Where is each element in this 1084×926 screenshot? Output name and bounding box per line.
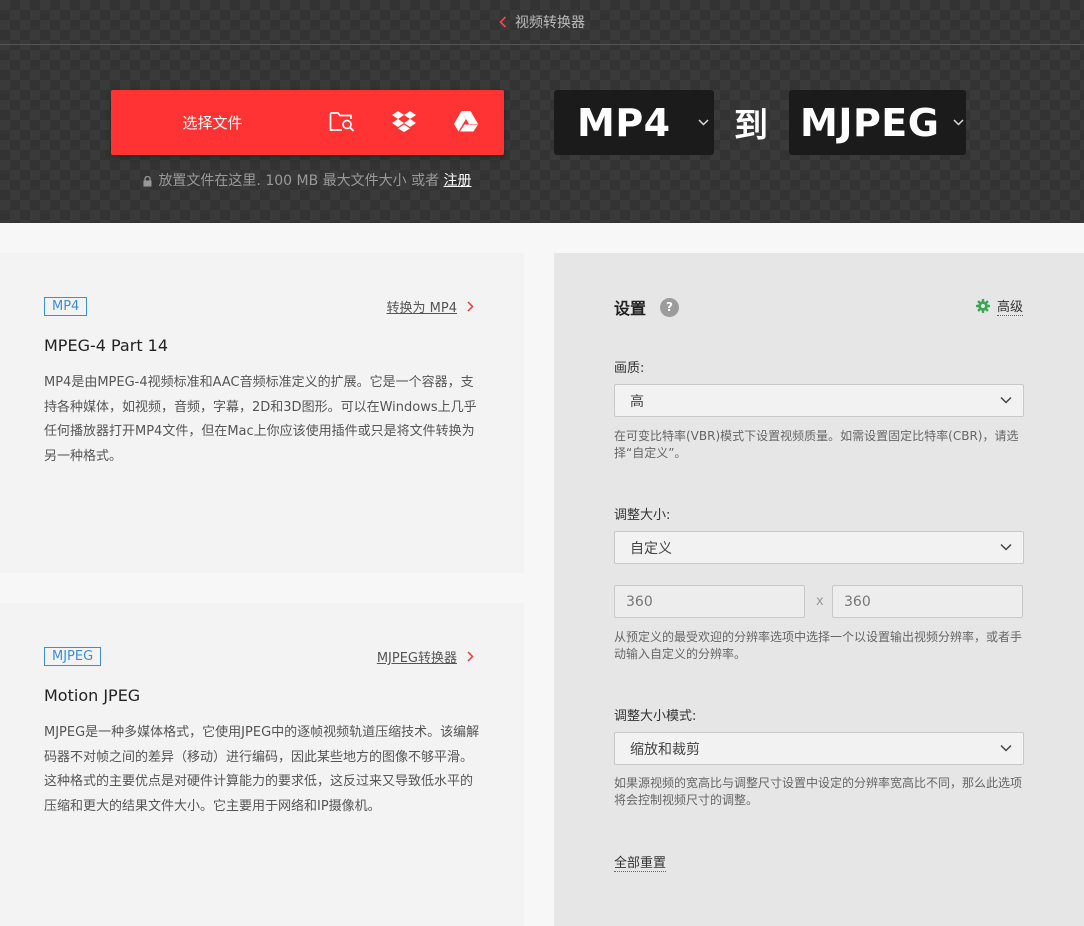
reset-all-button[interactable]: 全部重置	[614, 852, 667, 872]
resize-mode-hint: 如果源视频的宽高比与调整尺寸设置中设定的分辨率宽高比不同，那么此选项将会控制视频…	[614, 776, 1023, 807]
source-format-value: MP4	[577, 100, 671, 145]
advanced-label: 高级	[996, 296, 1023, 316]
resize-hint: 从预定义的最受欢迎的分辨率选项中选择一个以设置输出视频分辨率，或者手动输入自定义…	[614, 630, 1023, 661]
resize-mode-select[interactable]: 缩放和裁剪	[614, 732, 1024, 765]
choose-file-label: 选择文件	[182, 114, 243, 132]
format-description: MP4是由MPEG-4视频标准和AAC音频标准定义的扩展。它是一个容器，支持各种…	[44, 375, 477, 464]
mjpeg-converter-link[interactable]: MJPEG转换器	[377, 647, 474, 666]
format-title: Motion JPEG	[44, 686, 141, 705]
chevron-right-icon	[467, 301, 474, 312]
format-description: MJPEG是一种多媒体格式，它使用JPEG中的逐帧视频轨道压缩技术。该编解码器不…	[44, 725, 480, 814]
quality-select[interactable]: 高	[614, 384, 1024, 417]
resize-mode-label: 调整大小模式:	[614, 709, 697, 724]
target-format-value: MJPEG	[800, 100, 940, 145]
source-format-select[interactable]: MP4	[554, 90, 714, 155]
hero-banner: 视频转换器 选择文件 放置文件在这里. 100 MB 最大文件大小 或者 注册 …	[0, 0, 1084, 223]
google-drive-icon	[453, 110, 479, 136]
height-input[interactable]: 360	[832, 585, 1023, 618]
link-label: MJPEG转换器	[376, 651, 457, 666]
drop-hint: 放置文件在这里. 100 MB 最大文件大小 或者 注册	[111, 170, 504, 190]
signup-link[interactable]: 注册	[444, 173, 472, 189]
chevron-down-icon	[1000, 396, 1012, 404]
nav-title[interactable]: 视频转换器	[515, 12, 585, 32]
drop-text: 放置文件在这里. 100 MB 最大文件大小 或者	[158, 173, 440, 189]
quality-label: 画质:	[614, 361, 645, 376]
chevron-down-icon	[1000, 744, 1012, 752]
format-tag: MP4	[44, 297, 88, 316]
folder-search-icon	[329, 110, 355, 136]
resize-mode-value: 缩放和裁剪	[630, 741, 700, 758]
target-format-select[interactable]: MJPEG	[789, 90, 966, 155]
google-drive-button[interactable]	[435, 90, 497, 155]
link-label: 转换为 MP4	[386, 301, 457, 316]
convert-to-mp4-link[interactable]: 转换为 MP4	[387, 297, 474, 316]
format-info-mjpeg: MJPEG MJPEG转换器 Motion JPEG MJPEG是一种多媒体格式…	[0, 603, 524, 926]
gear-icon	[975, 299, 990, 313]
browse-device-button[interactable]	[311, 90, 373, 155]
dropbox-button[interactable]	[373, 90, 435, 155]
settings-header: 设置 ?	[614, 295, 680, 319]
settings-panel: 设置 ? 高级 画质: 高 在可变比特率(VBR)模式下设置视频质量。如需设置固…	[554, 253, 1084, 926]
advanced-toggle[interactable]: 高级	[975, 296, 1023, 316]
width-input[interactable]: 360	[614, 585, 805, 618]
chevron-down-icon	[953, 119, 964, 126]
top-nav: 视频转换器	[0, 0, 1084, 45]
format-tag: MJPEG	[44, 647, 102, 666]
quality-hint: 在可变比特率(VBR)模式下设置视频质量。如需设置固定比特率(CBR)，请选择“…	[614, 429, 1019, 460]
chevron-down-icon	[1000, 543, 1012, 551]
settings-title: 设置	[614, 299, 647, 318]
format-title: MPEG-4 Part 14	[44, 336, 169, 355]
chevron-right-icon	[467, 651, 474, 662]
quality-value: 高	[630, 393, 644, 410]
chevron-left-icon[interactable]	[499, 16, 507, 28]
dimension-separator: x	[816, 594, 824, 609]
dropbox-icon	[391, 110, 417, 136]
resize-value: 自定义	[630, 540, 672, 557]
choose-file-button[interactable]: 选择文件	[111, 90, 504, 155]
help-icon[interactable]: ?	[660, 297, 680, 317]
format-info-mp4: MP4 转换为 MP4 MPEG-4 Part 14 MP4是由MPEG-4视频…	[0, 253, 524, 573]
resize-select[interactable]: 自定义	[614, 531, 1024, 564]
to-label: 到	[734, 106, 768, 146]
chevron-down-icon	[698, 119, 709, 126]
resize-label: 调整大小:	[614, 508, 671, 523]
lock-icon	[143, 175, 152, 187]
